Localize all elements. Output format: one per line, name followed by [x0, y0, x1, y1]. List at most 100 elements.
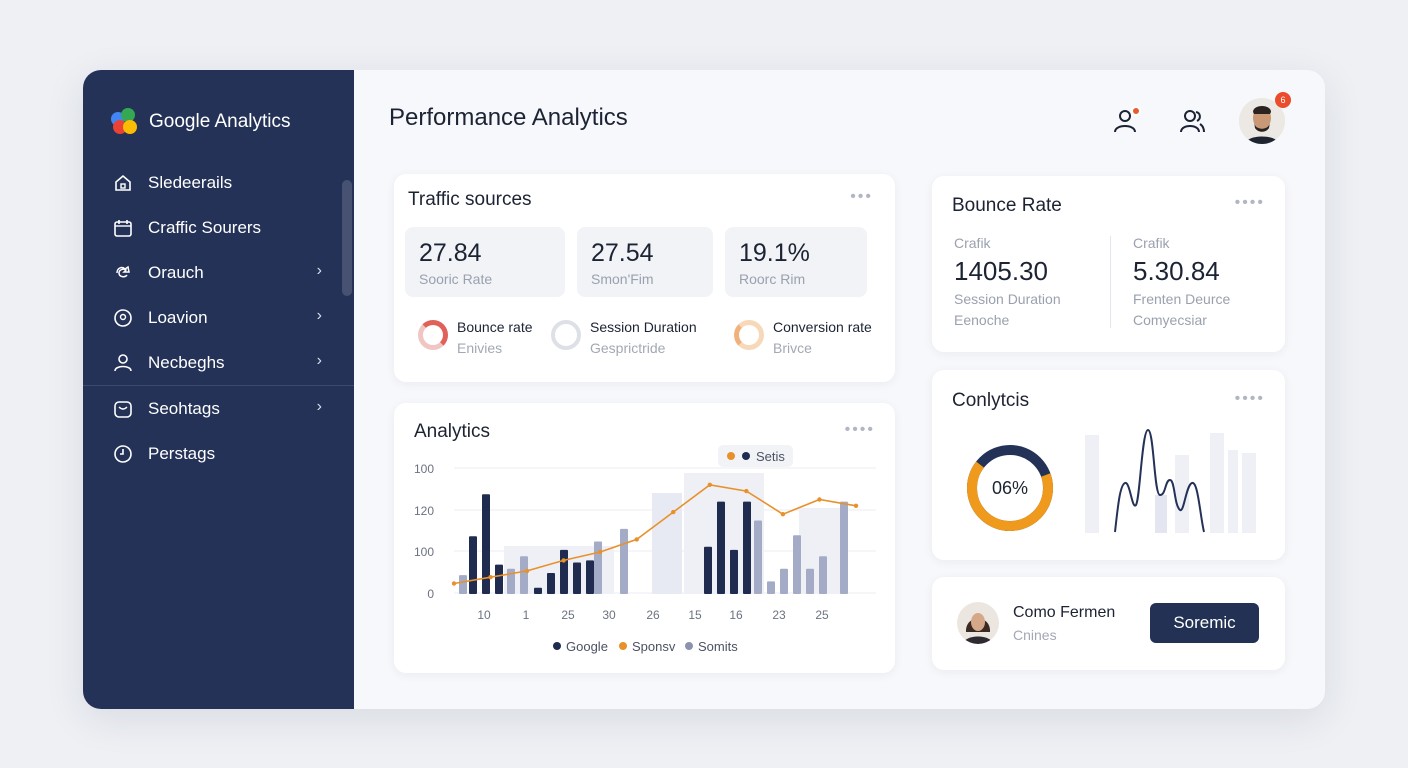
avatar[interactable]: 6 — [1239, 92, 1291, 144]
legend-dot — [619, 642, 627, 650]
sidebar-item-craffic-sourers[interactable]: Craffic Sourers — [83, 205, 354, 250]
sidebar-item-orauch[interactable]: Orauch › — [83, 250, 354, 295]
spark-bar — [1242, 453, 1256, 533]
line-point — [780, 512, 786, 517]
users-icon — [1180, 110, 1205, 133]
stat-label: Smon'Fim — [591, 271, 654, 287]
x-tick-label: 23 — [772, 608, 786, 622]
line-point — [817, 497, 822, 502]
sidebar-item-perstags[interactable]: Perstags — [83, 431, 354, 476]
profile-avatar[interactable] — [957, 602, 999, 644]
sidebar-item-label: Loavion — [148, 307, 208, 327]
spark-bar — [1210, 433, 1224, 533]
sidebar-item-sledeerails[interactable]: Sledeerails — [83, 160, 354, 205]
x-tick-label: 15 — [688, 608, 702, 622]
profile-card: Como Fermen Cnines Soremic — [932, 577, 1285, 670]
soremic-button[interactable]: Soremic — [1150, 603, 1259, 643]
location-icon — [112, 307, 134, 329]
stat-box[interactable]: 27.54 Smon'Fim — [577, 227, 713, 297]
legend-label: Bounce rate — [457, 319, 533, 335]
bar-google — [495, 564, 503, 594]
google-analytics-logo-icon — [111, 108, 139, 136]
legend-label: Somits — [698, 639, 738, 654]
analytics-chart: 100 120 100 0 10 1 25 30 26 15 16 23 25 Setis Google Sp… — [414, 445, 876, 654]
notification-user-button[interactable] — [1107, 102, 1145, 140]
bar-google — [743, 501, 751, 594]
spark-bar — [1155, 495, 1167, 533]
series-badge-label: Setis — [756, 449, 785, 464]
x-tick-label: 26 — [646, 608, 660, 622]
avatar-badge: 6 — [1275, 92, 1291, 108]
x-tick-label: 30 — [602, 608, 616, 622]
calendar-icon — [112, 217, 134, 239]
bar-somits — [767, 581, 775, 594]
bar-google — [547, 573, 555, 594]
y-tick-label: 100 — [414, 545, 434, 559]
sidebar-nav: Sledeerails Craffic Sourers Orauch › Loa… — [83, 160, 354, 476]
metric-label: Crafik — [1133, 235, 1170, 251]
person-avatar-icon — [963, 613, 993, 644]
line-point — [524, 568, 530, 574]
y-tick-label: 120 — [414, 504, 434, 518]
sidebar-item-loavion[interactable]: Loavion › — [83, 295, 354, 340]
chevron-right-icon: › — [316, 352, 322, 369]
more-options-icon[interactable]: •••• — [1235, 390, 1265, 408]
metric-sub: Eenoche — [954, 312, 1010, 328]
bar-somits — [819, 556, 827, 594]
metric-value: 1405.30 — [954, 256, 1048, 286]
page-title: Performance Analytics — [389, 104, 628, 131]
bar-google — [586, 560, 594, 594]
sidebar-item-necbeghs[interactable]: Necbeghs › — [83, 340, 354, 385]
profile-sub: Cnines — [1013, 627, 1057, 643]
line-point — [488, 575, 493, 580]
analytics-card: Analytics •••• 100 120 100 0 10 1 25 30 26 15 16 23… — [394, 403, 895, 673]
users-button[interactable] — [1173, 102, 1211, 140]
line-point — [561, 558, 566, 563]
bar-somits — [840, 501, 848, 594]
share-icon — [112, 262, 134, 284]
session-duration-ring-icon — [551, 320, 581, 350]
x-tick-label: 10 — [477, 608, 491, 622]
sidebar-item-label: Seohtags — [148, 398, 220, 418]
sidebar-scrollbar[interactable] — [342, 180, 352, 296]
spark-bar — [1085, 435, 1099, 533]
legend-sub: Brivce — [773, 340, 812, 356]
more-options-icon[interactable]: •••• — [1235, 194, 1265, 212]
donut-chart: 06% — [967, 445, 1053, 531]
stat-box[interactable]: 27.84 Sooric Rate — [405, 227, 565, 297]
badge-dot — [727, 452, 735, 460]
bar-somits — [754, 520, 762, 594]
bar-somits — [594, 541, 602, 594]
chevron-right-icon: › — [316, 398, 322, 415]
sidebar: Google Analytics Sledeerails Craffic Sou… — [83, 70, 354, 709]
chevron-right-icon: › — [316, 262, 322, 279]
metric-sub: Frenten Deurce — [1133, 291, 1231, 307]
conlytcis-card: Conlytcis •••• 06% — [932, 370, 1285, 560]
line-point — [634, 537, 639, 542]
bar-somits — [806, 568, 814, 594]
x-tick-label: 25 — [561, 608, 575, 622]
legend-dot — [685, 642, 693, 650]
sidebar-item-label: Sledeerails — [148, 172, 233, 192]
sidebar-item-seohtags[interactable]: Seohtags › — [83, 386, 354, 431]
header-actions: 6 — [1107, 92, 1291, 144]
spark-bar — [1228, 450, 1238, 533]
card-title: Traffic sources — [408, 189, 532, 210]
metric-sub: Session Duration — [954, 291, 1061, 307]
stat-box[interactable]: 19.1% Roorc Rim — [725, 227, 867, 297]
notification-dot — [1131, 106, 1141, 116]
bar-google — [704, 546, 712, 594]
more-options-icon[interactable]: ••• — [850, 188, 873, 206]
line-point — [597, 549, 603, 555]
sparkline-chart — [1085, 428, 1256, 533]
sidebar-item-label: Orauch — [148, 262, 204, 282]
bar-somits — [793, 535, 801, 594]
tag-icon — [112, 398, 134, 420]
legend-label: Google — [566, 639, 608, 654]
stat-label: Roorc Rim — [739, 271, 806, 287]
legend-sub: Enivies — [457, 340, 503, 356]
metric-label: Crafik — [954, 235, 991, 251]
bar-google — [534, 587, 542, 594]
brand[interactable]: Google Analytics — [111, 108, 291, 136]
donut-value: 06% — [992, 478, 1028, 498]
